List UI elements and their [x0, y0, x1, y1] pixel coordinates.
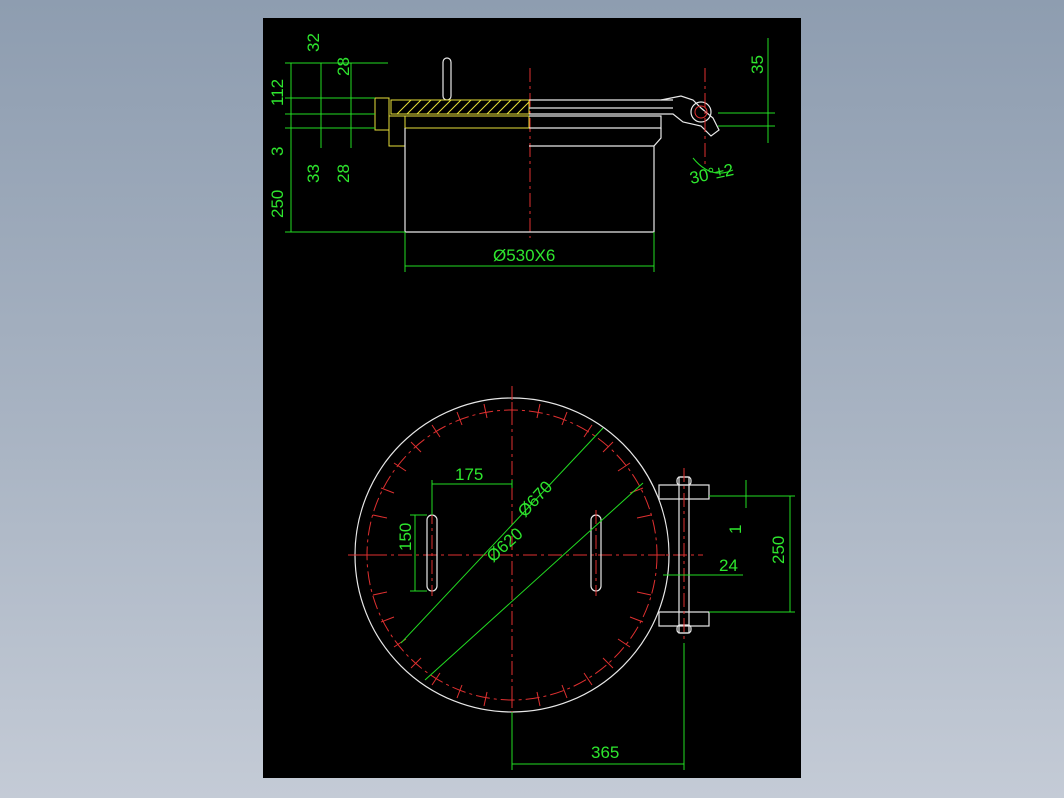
- bolt-left: [374, 97, 390, 131]
- dim-1: 1: [726, 525, 745, 534]
- dim-24: 24: [719, 556, 738, 575]
- section-view: 32 28 112 3 33 28 250 35 30°±2 Ø530X6: [268, 33, 775, 272]
- dim-250: 250: [268, 190, 287, 218]
- lifting-handle: [442, 57, 452, 101]
- dim-175-lines: [431, 480, 513, 515]
- dim-250-plan: 250: [769, 536, 788, 564]
- dim-28-bottom: 28: [334, 164, 353, 183]
- dim-phi620: Ø620: [483, 524, 527, 566]
- dim-3: 3: [268, 147, 287, 156]
- dim-32: 32: [304, 33, 323, 52]
- left-dimension-lines: [285, 62, 405, 233]
- plan-view: Ø670 Ø620 175 150 1 24 250 365: [348, 386, 795, 770]
- dim-150: 150: [396, 523, 415, 551]
- hinge-pin-outer: [690, 101, 712, 123]
- dim-33: 33: [304, 164, 323, 183]
- cover-plate-right: [529, 99, 673, 115]
- cad-drawing: 32 28 112 3 33 28 250 35 30°±2 Ø530X6 Ø6…: [268, 33, 795, 770]
- shell-body: [404, 128, 662, 233]
- right-dimension-lines: [718, 38, 775, 143]
- dim-diameter-530: Ø530X6: [493, 246, 555, 265]
- drawing-sheet: 32 28 112 3 33 28 250 35 30°±2 Ø530X6 Ø6…: [263, 18, 801, 778]
- dim-angle: 30°±2: [688, 160, 735, 188]
- flange-right: [529, 115, 662, 129]
- dim-365: 365: [591, 743, 619, 762]
- flange-weld-left: [388, 115, 406, 147]
- dim-35: 35: [748, 55, 767, 74]
- dim-112: 112: [268, 79, 287, 106]
- dim-28-top: 28: [334, 57, 353, 76]
- flange: [390, 115, 530, 129]
- dim-175: 175: [455, 465, 483, 484]
